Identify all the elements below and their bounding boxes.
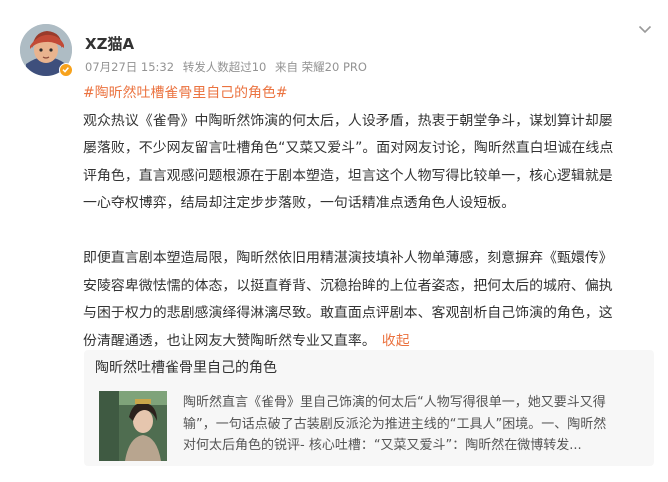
repost-count: 转发人数超过10 (182, 60, 267, 74)
card-desc-line: 输”，一句话点破了古装剧反派沦为推进主线的“工具人”困境。一、陶昕然 (183, 416, 607, 432)
article-card[interactable]: 陶昕然吐槽雀骨里自己的角色 陶昕然直言《雀骨》里自己饰演的何太后“人物写得很单一… (84, 350, 654, 466)
body-line: 与困于权力的悲剧感演绎得淋漓尽致。敢直面点评剧本、客观剖析自己饰演的角色，这 (83, 305, 613, 321)
body-line: 屡落败，不少网友留言吐槽角色“又菜又爱斗”。面对网友讨论，陶昕然直白坦诚在线点 (83, 140, 614, 156)
body-line: 评角色，直言观感问题根源在于剧本塑造，坦言这个人物写得比较单一，核心逻辑就是 (83, 167, 613, 184)
chevron-down-icon (638, 25, 652, 33)
body-line: 一心夺权博弈，结局却注定步步落败，一句话精准点透角色人设短板。 (83, 195, 516, 211)
collapse-link[interactable]: 收起 (382, 333, 410, 349)
post-source: 来自 荣耀20 PRO (275, 60, 367, 74)
body-line: 即便直言剧本塑造局限，陶昕然依旧用精湛演技填补人物单薄感，刻意摒弃《甄嬛传》 (83, 250, 613, 266)
card-desc-line: 对何太后角色的锐评- 核心吐槽：“又菜又爱斗”：陶昕然在微博转发... (183, 438, 582, 453)
card-title[interactable]: 陶昕然吐槽雀骨里自己的角色 (95, 358, 277, 378)
topic-link[interactable]: #陶昕然吐槽雀骨里自己的角色# (83, 85, 288, 101)
card-desc-line: 陶昕然直言《雀骨》里自己饰演的何太后“人物写得很单一，她又要斗又得 (183, 395, 606, 410)
body-line: 份清醒通透，也让网友大赞陶昕然专业又直率。 (83, 332, 376, 349)
post-body: #陶昕然吐槽雀骨里自己的角色# 观众热议《雀骨》中陶昕然饰演的何太后，人设矛盾，… (83, 80, 661, 355)
card-thumbnail[interactable] (99, 391, 167, 461)
username[interactable]: XZ猫A (85, 34, 134, 54)
verified-badge-icon (59, 63, 73, 77)
card-description: 陶昕然直言《雀骨》里自己饰演的何太后“人物写得很单一，她又要斗又得 输”，一句话… (183, 392, 641, 457)
body-line: 观众热议《雀骨》中陶昕然饰演的何太后，人设矛盾，热衷于朝堂争斗，谋划算计却屡 (83, 112, 613, 129)
more-options-button[interactable] (636, 22, 654, 36)
body-line: 安陵容卑微怯懦的体态，以挺直脊背、沉稳抬眸的上位者姿态，把何太后的城府、偏执 (83, 277, 613, 294)
card-thumbnail-image (99, 391, 167, 461)
post-meta: 07月27日 15:32 转发人数超过10 来自 荣耀20 PRO (85, 60, 372, 74)
post-date[interactable]: 07月27日 15:32 (85, 60, 174, 74)
